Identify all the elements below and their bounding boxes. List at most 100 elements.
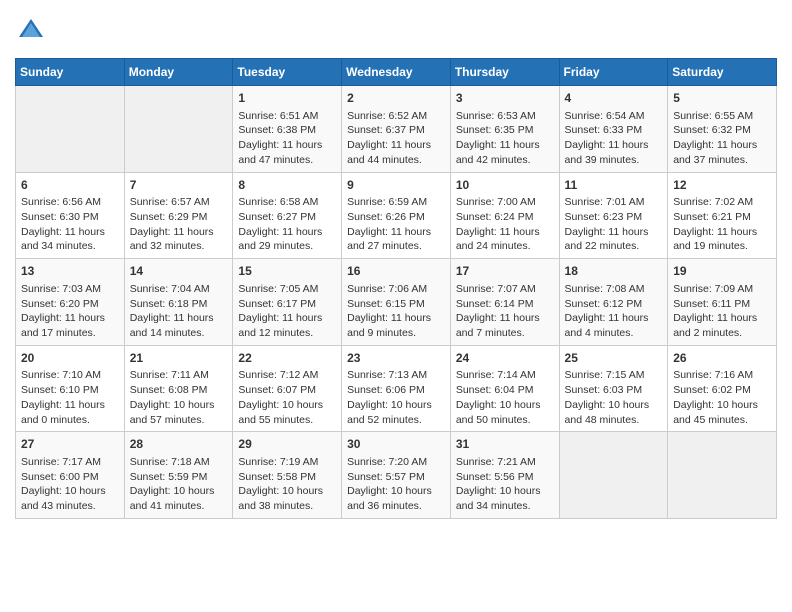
day-number: 25 — [565, 350, 663, 367]
day-number: 6 — [21, 177, 119, 194]
calendar-cell: 19 Sunrise: 7:09 AM Sunset: 6:11 PM Dayl… — [668, 259, 777, 346]
calendar-cell: 25 Sunrise: 7:15 AM Sunset: 6:03 PM Dayl… — [559, 345, 668, 432]
daylight: Daylight: 11 hours and 39 minutes. — [565, 139, 649, 166]
day-number: 8 — [238, 177, 336, 194]
calendar-cell: 9 Sunrise: 6:59 AM Sunset: 6:26 PM Dayli… — [342, 172, 451, 259]
day-number: 2 — [347, 90, 445, 107]
sunrise: Sunrise: 7:07 AM — [456, 283, 536, 295]
daylight: Daylight: 11 hours and 0 minutes. — [21, 399, 105, 426]
day-number: 3 — [456, 90, 554, 107]
day-number: 31 — [456, 436, 554, 453]
sunrise: Sunrise: 7:13 AM — [347, 369, 427, 381]
day-header-wednesday: Wednesday — [342, 59, 451, 86]
sunset: Sunset: 5:56 PM — [456, 471, 534, 483]
sunrise: Sunrise: 7:17 AM — [21, 456, 101, 468]
sunrise: Sunrise: 6:56 AM — [21, 196, 101, 208]
week-row-2: 6 Sunrise: 6:56 AM Sunset: 6:30 PM Dayli… — [16, 172, 777, 259]
sunset: Sunset: 6:29 PM — [130, 211, 208, 223]
daylight: Daylight: 11 hours and 12 minutes. — [238, 312, 322, 339]
daylight: Daylight: 11 hours and 14 minutes. — [130, 312, 214, 339]
sunrise: Sunrise: 7:08 AM — [565, 283, 645, 295]
sunrise: Sunrise: 7:14 AM — [456, 369, 536, 381]
sunset: Sunset: 6:03 PM — [565, 384, 643, 396]
sunset: Sunset: 6:38 PM — [238, 124, 316, 136]
sunset: Sunset: 6:04 PM — [456, 384, 534, 396]
sunset: Sunset: 6:21 PM — [673, 211, 751, 223]
sunset: Sunset: 6:24 PM — [456, 211, 534, 223]
daylight: Daylight: 10 hours and 41 minutes. — [130, 485, 215, 512]
sunrise: Sunrise: 7:21 AM — [456, 456, 536, 468]
calendar-cell: 23 Sunrise: 7:13 AM Sunset: 6:06 PM Dayl… — [342, 345, 451, 432]
week-row-5: 27 Sunrise: 7:17 AM Sunset: 6:00 PM Dayl… — [16, 432, 777, 519]
day-header-thursday: Thursday — [450, 59, 559, 86]
daylight: Daylight: 11 hours and 24 minutes. — [456, 226, 540, 253]
calendar-cell: 13 Sunrise: 7:03 AM Sunset: 6:20 PM Dayl… — [16, 259, 125, 346]
day-number: 14 — [130, 263, 228, 280]
daylight: Daylight: 11 hours and 44 minutes. — [347, 139, 431, 166]
daylight: Daylight: 11 hours and 37 minutes. — [673, 139, 757, 166]
sunrise: Sunrise: 7:00 AM — [456, 196, 536, 208]
calendar-cell: 27 Sunrise: 7:17 AM Sunset: 6:00 PM Dayl… — [16, 432, 125, 519]
week-row-4: 20 Sunrise: 7:10 AM Sunset: 6:10 PM Dayl… — [16, 345, 777, 432]
calendar-cell: 29 Sunrise: 7:19 AM Sunset: 5:58 PM Dayl… — [233, 432, 342, 519]
sunset: Sunset: 6:33 PM — [565, 124, 643, 136]
sunset: Sunset: 6:37 PM — [347, 124, 425, 136]
sunrise: Sunrise: 7:05 AM — [238, 283, 318, 295]
sunrise: Sunrise: 7:06 AM — [347, 283, 427, 295]
daylight: Daylight: 11 hours and 22 minutes. — [565, 226, 649, 253]
daylight: Daylight: 10 hours and 45 minutes. — [673, 399, 758, 426]
daylight: Daylight: 10 hours and 50 minutes. — [456, 399, 541, 426]
page-header — [15, 15, 777, 48]
calendar-cell: 12 Sunrise: 7:02 AM Sunset: 6:21 PM Dayl… — [668, 172, 777, 259]
daylight: Daylight: 10 hours and 38 minutes. — [238, 485, 323, 512]
daylight: Daylight: 10 hours and 43 minutes. — [21, 485, 106, 512]
sunset: Sunset: 6:15 PM — [347, 298, 425, 310]
sunset: Sunset: 6:07 PM — [238, 384, 316, 396]
daylight: Daylight: 11 hours and 19 minutes. — [673, 226, 757, 253]
sunset: Sunset: 6:14 PM — [456, 298, 534, 310]
day-header-sunday: Sunday — [16, 59, 125, 86]
sunrise: Sunrise: 6:59 AM — [347, 196, 427, 208]
day-number: 13 — [21, 263, 119, 280]
day-number: 21 — [130, 350, 228, 367]
day-number: 17 — [456, 263, 554, 280]
day-number: 16 — [347, 263, 445, 280]
sunrise: Sunrise: 7:18 AM — [130, 456, 210, 468]
day-number: 12 — [673, 177, 771, 194]
sunset: Sunset: 6:20 PM — [21, 298, 99, 310]
daylight: Daylight: 10 hours and 34 minutes. — [456, 485, 541, 512]
calendar-cell: 7 Sunrise: 6:57 AM Sunset: 6:29 PM Dayli… — [124, 172, 233, 259]
sunrise: Sunrise: 7:10 AM — [21, 369, 101, 381]
sunrise: Sunrise: 7:15 AM — [565, 369, 645, 381]
sunrise: Sunrise: 6:53 AM — [456, 110, 536, 122]
day-number: 7 — [130, 177, 228, 194]
daylight: Daylight: 11 hours and 47 minutes. — [238, 139, 322, 166]
day-number: 18 — [565, 263, 663, 280]
calendar-cell: 28 Sunrise: 7:18 AM Sunset: 5:59 PM Dayl… — [124, 432, 233, 519]
calendar-cell: 24 Sunrise: 7:14 AM Sunset: 6:04 PM Dayl… — [450, 345, 559, 432]
calendar-cell: 6 Sunrise: 6:56 AM Sunset: 6:30 PM Dayli… — [16, 172, 125, 259]
calendar-cell: 3 Sunrise: 6:53 AM Sunset: 6:35 PM Dayli… — [450, 86, 559, 173]
sunset: Sunset: 5:59 PM — [130, 471, 208, 483]
sunset: Sunset: 6:06 PM — [347, 384, 425, 396]
calendar-cell: 11 Sunrise: 7:01 AM Sunset: 6:23 PM Dayl… — [559, 172, 668, 259]
sunrise: Sunrise: 7:16 AM — [673, 369, 753, 381]
sunset: Sunset: 6:11 PM — [673, 298, 750, 310]
day-number: 23 — [347, 350, 445, 367]
sunrise: Sunrise: 7:03 AM — [21, 283, 101, 295]
day-number: 22 — [238, 350, 336, 367]
sunrise: Sunrise: 6:54 AM — [565, 110, 645, 122]
daylight: Daylight: 11 hours and 7 minutes. — [456, 312, 540, 339]
calendar-cell — [16, 86, 125, 173]
daylight: Daylight: 10 hours and 52 minutes. — [347, 399, 432, 426]
logo — [15, 15, 45, 48]
days-header-row: SundayMondayTuesdayWednesdayThursdayFrid… — [16, 59, 777, 86]
day-number: 15 — [238, 263, 336, 280]
day-number: 5 — [673, 90, 771, 107]
sunrise: Sunrise: 7:01 AM — [565, 196, 645, 208]
day-number: 28 — [130, 436, 228, 453]
calendar-cell: 1 Sunrise: 6:51 AM Sunset: 6:38 PM Dayli… — [233, 86, 342, 173]
week-row-3: 13 Sunrise: 7:03 AM Sunset: 6:20 PM Dayl… — [16, 259, 777, 346]
calendar-cell: 22 Sunrise: 7:12 AM Sunset: 6:07 PM Dayl… — [233, 345, 342, 432]
day-number: 29 — [238, 436, 336, 453]
